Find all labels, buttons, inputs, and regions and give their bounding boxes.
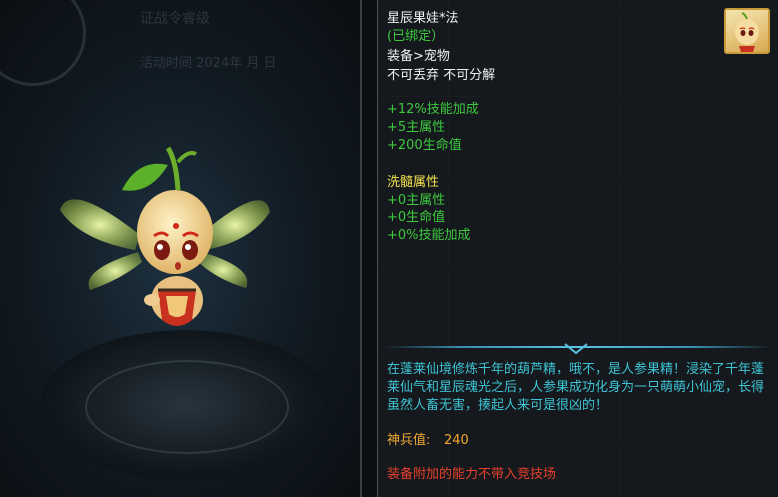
item-description: 在蓬莱仙境修炼千年的葫芦精，哦不，是人参果精！浸染了千年蓬莱仙气和星辰魂光之后，… (387, 362, 765, 413)
pet-preview-panel: 证战令睿级 活动时间 2024年 月 日 (0, 0, 362, 497)
refine-stat-2: +0生命值 (387, 210, 446, 225)
faded-title: 证战令睿级 (140, 11, 210, 27)
item-tooltip: 星辰果娃*法 (已绑定） 装备>宠物 不可丢弃 不可分解 +12%技能加成 +5… (377, 0, 778, 497)
ginseng-pet-model (60, 146, 270, 326)
base-stat-3: +200生命值 (387, 138, 462, 153)
faded-subtitle: 活动时间 2024年 月 日 (140, 56, 277, 71)
base-stat-2: +5主属性 (387, 120, 446, 135)
chibi-pet-portrait-icon (724, 8, 770, 54)
chevron-down-icon (564, 343, 588, 355)
power-label: 神兵值: (387, 433, 431, 448)
item-category: 装备>宠物 (387, 49, 450, 64)
base-stat-1: +12%技能加成 (387, 102, 479, 117)
refine-stat-1: +0主属性 (387, 193, 446, 208)
item-restrictions: 不可丢弃 不可分解 (387, 68, 496, 83)
refine-stat-3: +0%技能加成 (387, 228, 471, 243)
pedestal-inner-ring (85, 360, 289, 454)
item-name: 星辰果娃*法 (387, 11, 459, 26)
bound-status: (已绑定） (387, 29, 445, 44)
arena-warning: 装备附加的能力不带入竞技场 (387, 467, 557, 482)
refine-title: 洗髓属性 (387, 175, 440, 190)
emblem-decoration (0, 0, 86, 86)
power-value: 240 (444, 433, 469, 448)
